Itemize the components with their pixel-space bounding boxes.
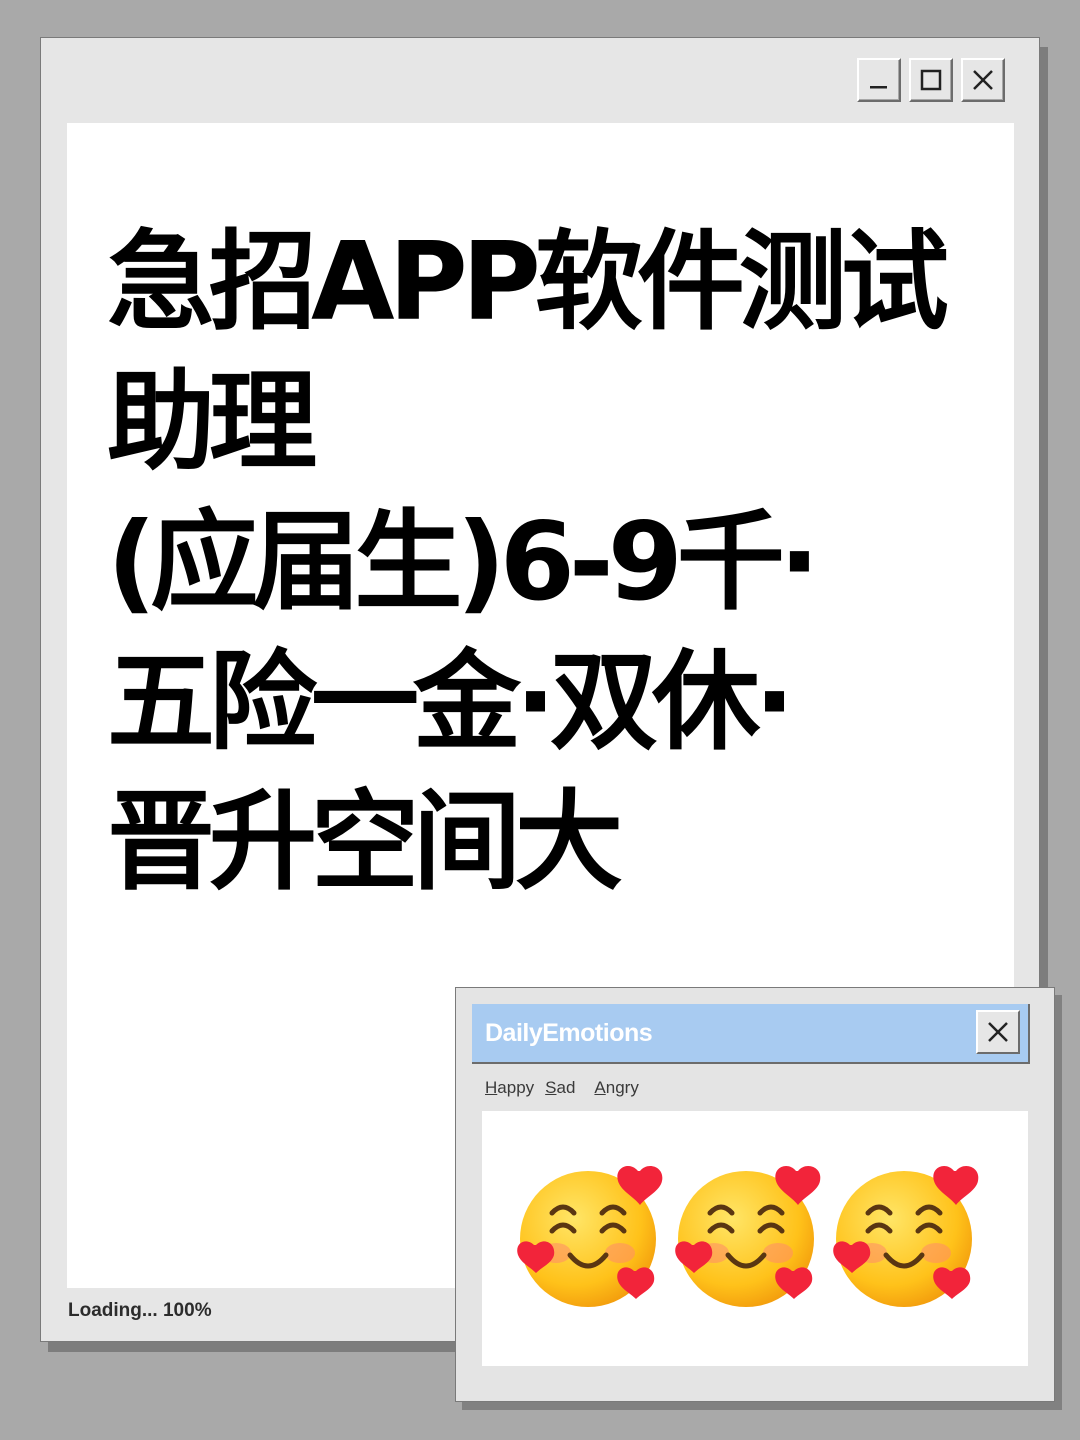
menu-mnemonic: S: [545, 1078, 557, 1097]
menu-label: appy: [497, 1078, 535, 1097]
headline-line: 急招APP软件测试: [107, 220, 949, 345]
menu-item-sad[interactable]: Sad: [545, 1078, 575, 1098]
popup-close-button[interactable]: [976, 1010, 1020, 1054]
popup-menu-bar: Happy Sad Angry: [485, 1078, 650, 1098]
daily-emotions-window: DailyEmotions Happy Sad Angry: [455, 987, 1055, 1402]
menu-item-angry[interactable]: Angry: [594, 1078, 638, 1098]
popup-title-bar[interactable]: DailyEmotions: [472, 1004, 1030, 1064]
smiling-face-with-hearts-icon: [675, 1166, 821, 1307]
minimize-icon: [870, 86, 887, 89]
close-icon: [973, 70, 993, 90]
headline-line: 晋升空间大: [107, 780, 623, 905]
headline-line: (应届生)6-9千·: [107, 500, 820, 625]
close-button[interactable]: [961, 58, 1005, 102]
popup-title: DailyEmotions: [485, 1019, 653, 1047]
maximize-icon: [920, 69, 942, 91]
smiling-face-with-hearts-icon: [517, 1166, 663, 1307]
menu-item-happy[interactable]: Happy: [485, 1078, 534, 1098]
menu-mnemonic: A: [594, 1078, 606, 1097]
loading-status: Loading... 100%: [68, 1300, 212, 1321]
maximize-button[interactable]: [909, 58, 953, 102]
menu-label: ad: [556, 1078, 576, 1097]
headline-line: 五险一金·双休·: [107, 640, 795, 765]
minimize-button[interactable]: [857, 58, 901, 102]
smiling-face-with-hearts-icon: [833, 1166, 979, 1307]
menu-mnemonic: H: [485, 1078, 498, 1097]
headline-line: 助理: [107, 360, 317, 485]
menu-label: ngry: [605, 1078, 639, 1097]
headline: 急招APP软件测试 助理 (应届生)6-9千· 五险一金·双休· 晋升空间大: [107, 213, 987, 913]
close-icon: [988, 1022, 1008, 1042]
emoji-canvas: [482, 1111, 1028, 1366]
